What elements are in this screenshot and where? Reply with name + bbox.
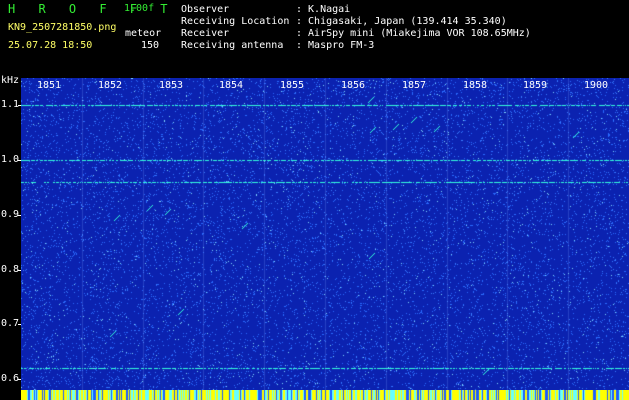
x-tick-label: 1854 (219, 80, 244, 91)
x-tick-label: 1855 (280, 80, 305, 91)
x-tick-label: 1857 (402, 80, 427, 91)
y-tick-label: 0.8 (1, 264, 20, 275)
y-tick-label: 0.9 (1, 209, 20, 220)
x-tick-label: 1858 (463, 80, 488, 91)
info-value-location: : Chigasaki, Japan (139.414 35.340) (296, 16, 507, 27)
x-tick-label: 1851 (37, 80, 62, 91)
info-value-receiver: : AirSpy mini (Miakejima VOR 108.65MHz) (296, 28, 531, 39)
x-tick-label: 1852 (98, 80, 123, 91)
info-label-receiver: Receiver (181, 28, 230, 39)
header-panel: H R O F F T 1.00f KN9_2507281850.png met… (0, 0, 629, 76)
date-time: 25.07.28 18:50 (8, 40, 93, 51)
signal-strength-strip (21, 390, 629, 400)
y-tick-label: 1.0 (1, 154, 20, 165)
y-tick-label: 0.7 (1, 318, 20, 329)
info-label-observer: Observer (181, 4, 230, 15)
app-version: 1.00f (124, 3, 155, 14)
y-tick-label: 0.6 (1, 373, 20, 384)
file-name: KN9_2507281850.png (8, 22, 117, 33)
y-tick-label: 1.1 (1, 99, 20, 110)
spectrogram-plot: 1851 1852 1853 1854 1855 1856 1857 1858 1859 1900 (21, 78, 629, 390)
x-tick-label: 1856 (341, 80, 366, 91)
x-tick-label: 1853 (159, 80, 184, 91)
x-tick-label: 1900 (584, 80, 609, 91)
info-value-observer: : K.Nagai (296, 4, 351, 15)
mode-label: meteor (125, 28, 162, 39)
mode-value: 150 (141, 40, 160, 51)
info-label-antenna: Receiving antenna (181, 40, 284, 51)
info-label-location: Receiving Location (181, 16, 290, 27)
x-tick-label: 1859 (523, 80, 548, 91)
spectrogram-canvas (21, 78, 629, 390)
info-value-antenna: : Maspro FM-3 (296, 40, 375, 51)
y-axis-unit: kHz (1, 75, 20, 86)
